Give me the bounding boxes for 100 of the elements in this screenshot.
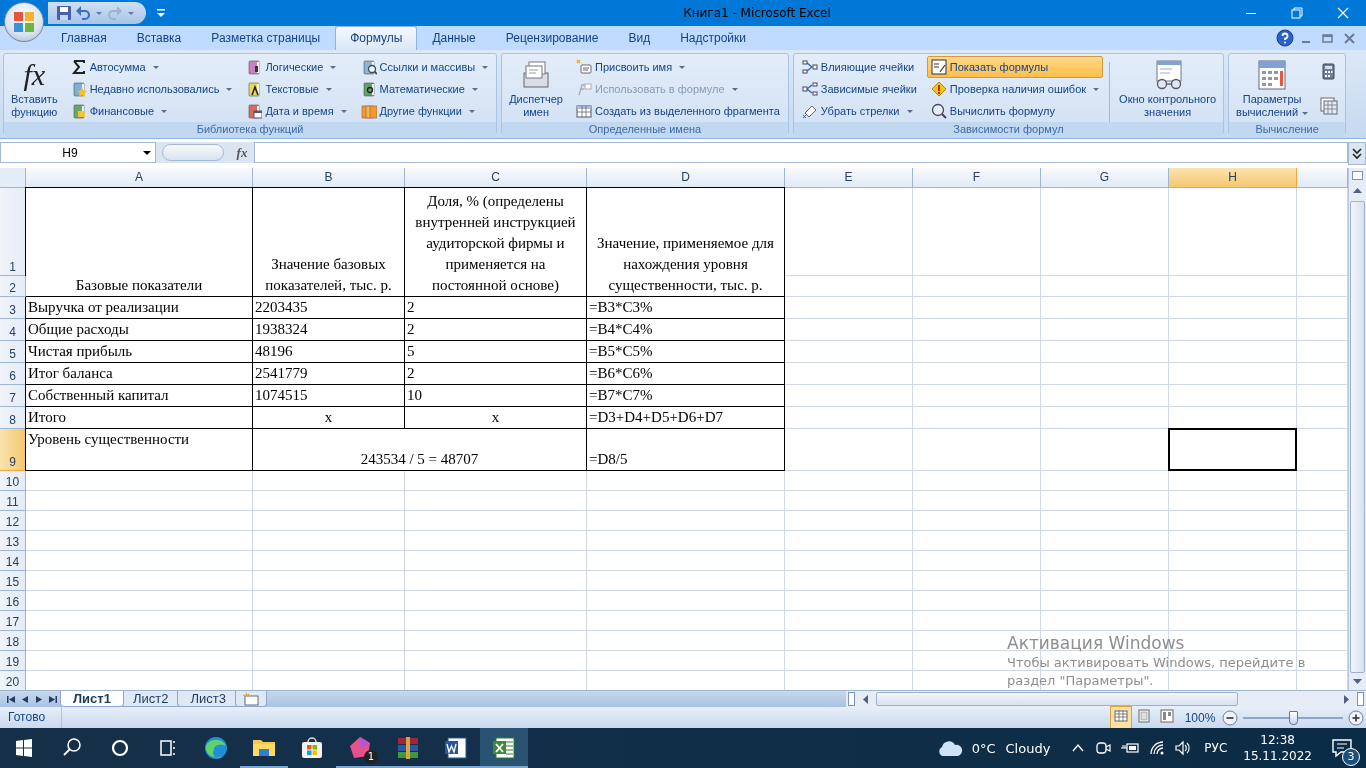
redo-icon[interactable] xyxy=(107,5,123,21)
ribbon-button[interactable]: Логические xyxy=(242,56,351,78)
row-header[interactable]: 15 xyxy=(0,571,26,591)
table-cell[interactable] xyxy=(1041,276,1169,297)
ribbon-button[interactable]: Окно контрольного значения xyxy=(1116,56,1220,120)
split-handle[interactable] xyxy=(1352,171,1363,180)
table-cell[interactable] xyxy=(785,385,913,407)
table-cell[interactable] xyxy=(1169,188,1297,276)
table-cell[interactable] xyxy=(1041,385,1169,407)
scroll-thumb[interactable] xyxy=(1350,201,1365,673)
split-handle[interactable] xyxy=(848,692,855,706)
zoom-in-icon[interactable] xyxy=(1348,709,1364,726)
taskbar-app[interactable]: 1 xyxy=(336,728,384,768)
row-header[interactable]: 17 xyxy=(0,611,26,631)
split-handle[interactable] xyxy=(1357,692,1364,706)
table-cell[interactable] xyxy=(785,407,913,429)
ribbon-button[interactable]: fx Вставить функцию xyxy=(8,56,61,120)
table-cell[interactable] xyxy=(1169,276,1297,297)
row-header[interactable]: 12 xyxy=(0,511,26,531)
expand-icon[interactable] xyxy=(1348,142,1366,165)
ribbon-tab[interactable]: Главная xyxy=(46,26,122,50)
ribbon-button[interactable]: Присвоить имя xyxy=(572,56,784,78)
zoom-slider-thumb[interactable] xyxy=(1289,710,1298,725)
zoom-level[interactable]: 100% xyxy=(1183,710,1217,725)
ribbon-button[interactable]: Создать из выделенного фрагмента xyxy=(572,100,784,122)
weather-widget[interactable]: 0°C Cloudy xyxy=(935,739,1051,757)
name-box[interactable]: H9 xyxy=(0,142,156,163)
table-cell[interactable] xyxy=(1041,319,1169,341)
table-cell[interactable] xyxy=(785,276,913,297)
ribbon-tab[interactable]: Вставка xyxy=(121,26,197,50)
column-header[interactable]: H xyxy=(1169,168,1297,188)
ribbon-tab[interactable]: Рецензирование xyxy=(490,26,614,50)
active-cell[interactable] xyxy=(1168,428,1297,471)
ribbon-button[interactable]: Математические xyxy=(356,78,493,100)
ribbon-button[interactable]: Зависимые ячейки xyxy=(797,78,921,100)
row-header[interactable]: 1 xyxy=(0,188,26,276)
language-indicator[interactable]: РУС xyxy=(1200,741,1232,755)
table-cell[interactable] xyxy=(913,276,1041,297)
table-cell[interactable] xyxy=(913,188,1041,276)
ribbon-button[interactable]: Влияющие ячейки xyxy=(797,56,921,78)
ribbon-button[interactable]: Вычислить формулу xyxy=(926,100,1104,122)
row-header[interactable]: 3 xyxy=(0,297,26,319)
table-cell[interactable] xyxy=(785,319,913,341)
row-header[interactable]: 11 xyxy=(0,491,26,511)
table-cell[interactable] xyxy=(913,429,1041,471)
row-header[interactable]: 13 xyxy=(0,531,26,551)
ribbon-tab[interactable]: Вид xyxy=(613,26,666,50)
row-header[interactable]: 6 xyxy=(0,363,26,385)
formula-input[interactable] xyxy=(254,142,1348,163)
column-header[interactable]: A xyxy=(26,168,253,188)
table-cell[interactable] xyxy=(1041,341,1169,363)
resize-handle[interactable] xyxy=(162,144,224,161)
column-header[interactable]: D xyxy=(587,168,785,188)
ribbon-button[interactable]: Недавно использовались xyxy=(66,78,237,100)
table-cell[interactable] xyxy=(785,188,913,276)
ribbon-button[interactable]: Параметры вычислений xyxy=(1233,56,1312,120)
speaker-icon[interactable] xyxy=(1174,739,1193,757)
table-cell[interactable] xyxy=(913,319,1041,341)
meet-icon[interactable] xyxy=(1094,739,1113,757)
table-cell[interactable] xyxy=(1041,407,1169,429)
insert-function-button[interactable]: fx xyxy=(230,142,254,163)
row-header[interactable]: 7 xyxy=(0,385,26,407)
ribbon-button[interactable]: Другие функции xyxy=(356,100,493,122)
row-header[interactable]: 14 xyxy=(0,551,26,571)
row-header[interactable]: 2 xyxy=(0,276,26,297)
table-cell[interactable] xyxy=(913,341,1041,363)
table-cell[interactable] xyxy=(913,297,1041,319)
save-icon[interactable] xyxy=(56,5,72,21)
clock[interactable]: 12:38 15.11.2022 xyxy=(1239,732,1316,764)
table-cell[interactable] xyxy=(913,363,1041,385)
table-cell[interactable] xyxy=(1169,341,1297,363)
table-cell[interactable] xyxy=(1169,385,1297,407)
table-cell[interactable] xyxy=(785,429,913,471)
ribbon-tab[interactable]: Данные xyxy=(417,26,491,50)
sheet-tab[interactable]: Лист1 xyxy=(60,691,124,707)
column-header[interactable]: B xyxy=(253,168,405,188)
ribbon-button[interactable]: Автосумма xyxy=(66,56,237,78)
row-header[interactable]: 9 xyxy=(0,429,26,471)
row-header[interactable]: 5 xyxy=(0,341,26,363)
row-header[interactable]: 4 xyxy=(0,319,26,341)
table-cell[interactable] xyxy=(1169,363,1297,385)
row-header[interactable]: 10 xyxy=(0,471,26,491)
row-header[interactable]: 18 xyxy=(0,631,26,651)
customize-icon[interactable] xyxy=(156,8,166,18)
row-header[interactable]: 19 xyxy=(0,651,26,671)
ribbon-button[interactable]: Финансовые xyxy=(66,100,237,122)
ribbon-button[interactable]: Ссылки и массивы xyxy=(356,56,493,78)
ribbon-button[interactable]: Показать формулы xyxy=(926,56,1104,78)
row-header[interactable]: 16 xyxy=(0,591,26,611)
table-cell[interactable] xyxy=(1169,297,1297,319)
ribbon-tab[interactable]: Надстройки xyxy=(665,26,761,50)
help-icon[interactable] xyxy=(1276,29,1294,47)
column-header[interactable]: G xyxy=(1041,168,1169,188)
undo-icon[interactable] xyxy=(75,5,91,21)
column-header[interactable]: E xyxy=(785,168,913,188)
row-header[interactable]: 20 xyxy=(0,671,26,690)
ribbon-tab[interactable]: Формулы xyxy=(335,26,418,50)
table-cell[interactable] xyxy=(785,341,913,363)
zoom-out-icon[interactable] xyxy=(1222,709,1238,726)
insert-sheet-tab[interactable] xyxy=(234,691,267,707)
